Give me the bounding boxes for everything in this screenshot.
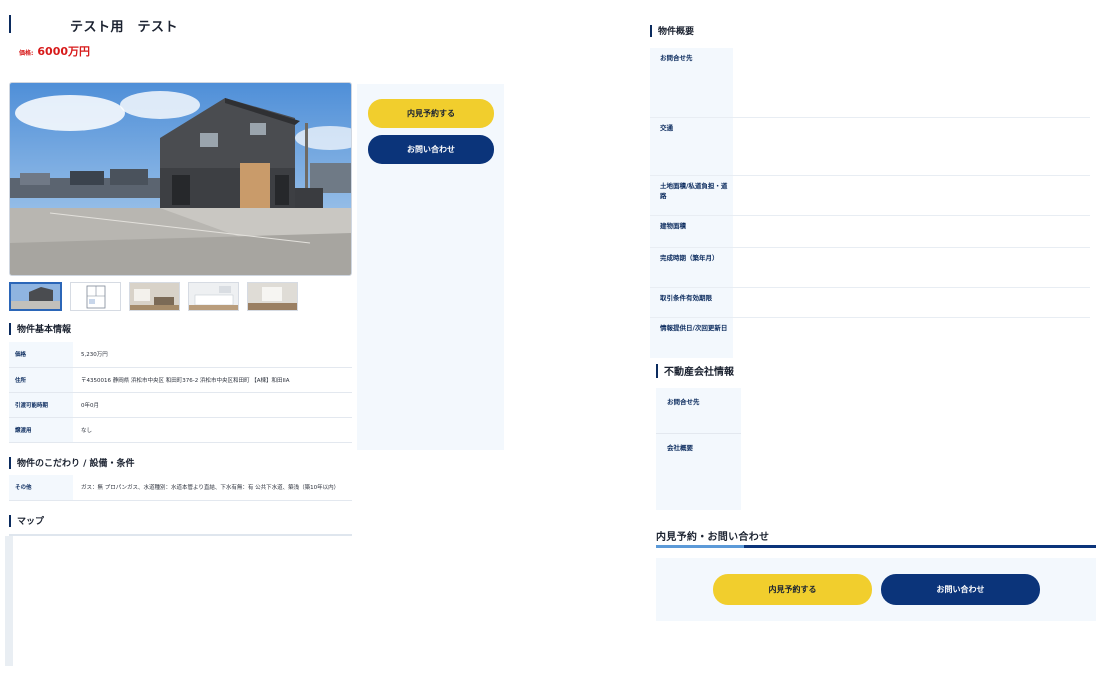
features-heading-text: 物件のこだわり / 設備・条件 bbox=[17, 459, 135, 469]
table-row: 土地面積/私道負担・道路 bbox=[650, 176, 1090, 216]
row-value: 〒4350016 静岡県 浜松市中央区 和田町376-2 浜松市中央区和田町 【… bbox=[73, 367, 352, 393]
viewing-reservation-button[interactable]: 内見予約する bbox=[368, 99, 494, 128]
row-label: その他 bbox=[9, 475, 73, 501]
table-row: 住所 〒4350016 静岡県 浜松市中央区 和田町376-2 浜松市中央区和田… bbox=[9, 367, 352, 393]
photo-thumbnails bbox=[9, 282, 298, 311]
price-value: 6000万円 bbox=[37, 45, 91, 58]
table-row: 建物面積 bbox=[650, 216, 1090, 248]
table-row: 引渡可能時期 0年0月 bbox=[9, 392, 352, 418]
basic-info-table: 価格 5,230万円 住所 〒4350016 静岡県 浜松市中央区 和田町376… bbox=[9, 342, 352, 443]
price-display: 価格: 6000万円 bbox=[19, 43, 90, 59]
row-label: お問合せ先 bbox=[650, 48, 733, 117]
thumbnail-kitchen[interactable] bbox=[188, 282, 239, 311]
table-row: お問合せ先 bbox=[650, 48, 1090, 118]
table-row: 完成時期（築年月） bbox=[650, 248, 1090, 288]
table-row: 価格 5,230万円 bbox=[9, 342, 352, 368]
basic-info-heading: 物件基本情報 bbox=[9, 322, 71, 335]
row-value: 5,230万円 bbox=[73, 342, 352, 368]
heading-accent-bar bbox=[9, 456, 11, 469]
table-row: 交通 bbox=[650, 118, 1090, 176]
main-property-photo[interactable] bbox=[9, 82, 352, 276]
company-table: お問合せ先 会社概要 bbox=[656, 388, 1096, 510]
inquiry-panel: 内見予約する お問い合わせ bbox=[656, 558, 1096, 621]
thumbnail-floorplan[interactable] bbox=[70, 282, 121, 311]
action-panel: 内見予約する お問い合わせ bbox=[357, 84, 504, 450]
page-title: テスト用 テスト bbox=[70, 20, 179, 35]
heading-accent-bar bbox=[9, 514, 11, 527]
basic-info-heading-text: 物件基本情報 bbox=[17, 325, 72, 335]
map-frame[interactable] bbox=[9, 534, 352, 536]
contact-button[interactable]: お問い合わせ bbox=[368, 135, 494, 164]
inquiry-contact-button[interactable]: お問い合わせ bbox=[881, 574, 1040, 605]
title-accent-bar bbox=[9, 15, 11, 33]
map-heading-text: マップ bbox=[17, 517, 45, 527]
row-label: 住所 bbox=[9, 367, 73, 393]
row-label: 情報提供日/次回更新日 bbox=[650, 318, 733, 358]
thumbnail-living-room[interactable] bbox=[129, 282, 180, 311]
map-heading: マップ bbox=[9, 514, 44, 527]
table-row: その他 ガス：無 プロパンガス、水道種別：水道本管より直結、下水有無：有 公共下… bbox=[9, 475, 352, 501]
table-row: 会社概要 bbox=[656, 434, 741, 510]
row-value: 0年0月 bbox=[73, 392, 352, 418]
row-value: なし bbox=[73, 417, 352, 443]
row-label: 建物面積 bbox=[650, 216, 733, 247]
row-label: お問合せ先 bbox=[667, 398, 700, 406]
heading-accent-bar bbox=[9, 322, 11, 335]
price-label: 価格: bbox=[19, 50, 34, 57]
features-table: その他 ガス：無 プロパンガス、水道種別：水道本管より直結、下水有無：有 公共下… bbox=[9, 475, 352, 501]
row-label: 引渡可能時期 bbox=[9, 392, 73, 418]
overview-heading: 物件概要 bbox=[650, 24, 694, 37]
row-label: 完成時期（築年月） bbox=[650, 248, 733, 287]
inquiry-viewing-reservation-button[interactable]: 内見予約する bbox=[713, 574, 872, 605]
row-label: 取引条件有効期限 bbox=[650, 288, 733, 317]
table-row: 譲渡用 なし bbox=[9, 417, 352, 443]
table-row: 取引条件有効期限 bbox=[650, 288, 1090, 318]
row-label: 土地面積/私道負担・道路 bbox=[650, 176, 733, 215]
company-heading: 不動産会社情報 bbox=[656, 363, 734, 378]
row-value: ガス：無 プロパンガス、水道種別：水道本管より直結、下水有無：有 公共下水道、築… bbox=[73, 475, 352, 501]
row-label: 交通 bbox=[650, 118, 733, 175]
table-row: 情報提供日/次回更新日 bbox=[650, 318, 1090, 358]
company-heading-text: 不動産会社情報 bbox=[664, 367, 734, 378]
inquiry-heading-underline-accent bbox=[656, 545, 744, 548]
thumbnail-room[interactable] bbox=[247, 282, 298, 311]
row-label: 譲渡用 bbox=[9, 417, 73, 443]
heading-accent-bar bbox=[650, 24, 652, 37]
row-label: 会社概要 bbox=[667, 444, 693, 452]
features-heading: 物件のこだわり / 設備・条件 bbox=[9, 456, 135, 469]
row-label: 価格 bbox=[9, 342, 73, 368]
map-edge bbox=[5, 536, 13, 666]
table-row: お問合せ先 bbox=[656, 388, 741, 434]
heading-accent-bar bbox=[656, 363, 658, 378]
thumbnail-exterior[interactable] bbox=[9, 282, 62, 311]
overview-heading-text: 物件概要 bbox=[658, 27, 695, 37]
inquiry-heading: 内見予約・お問い合わせ bbox=[656, 532, 770, 543]
